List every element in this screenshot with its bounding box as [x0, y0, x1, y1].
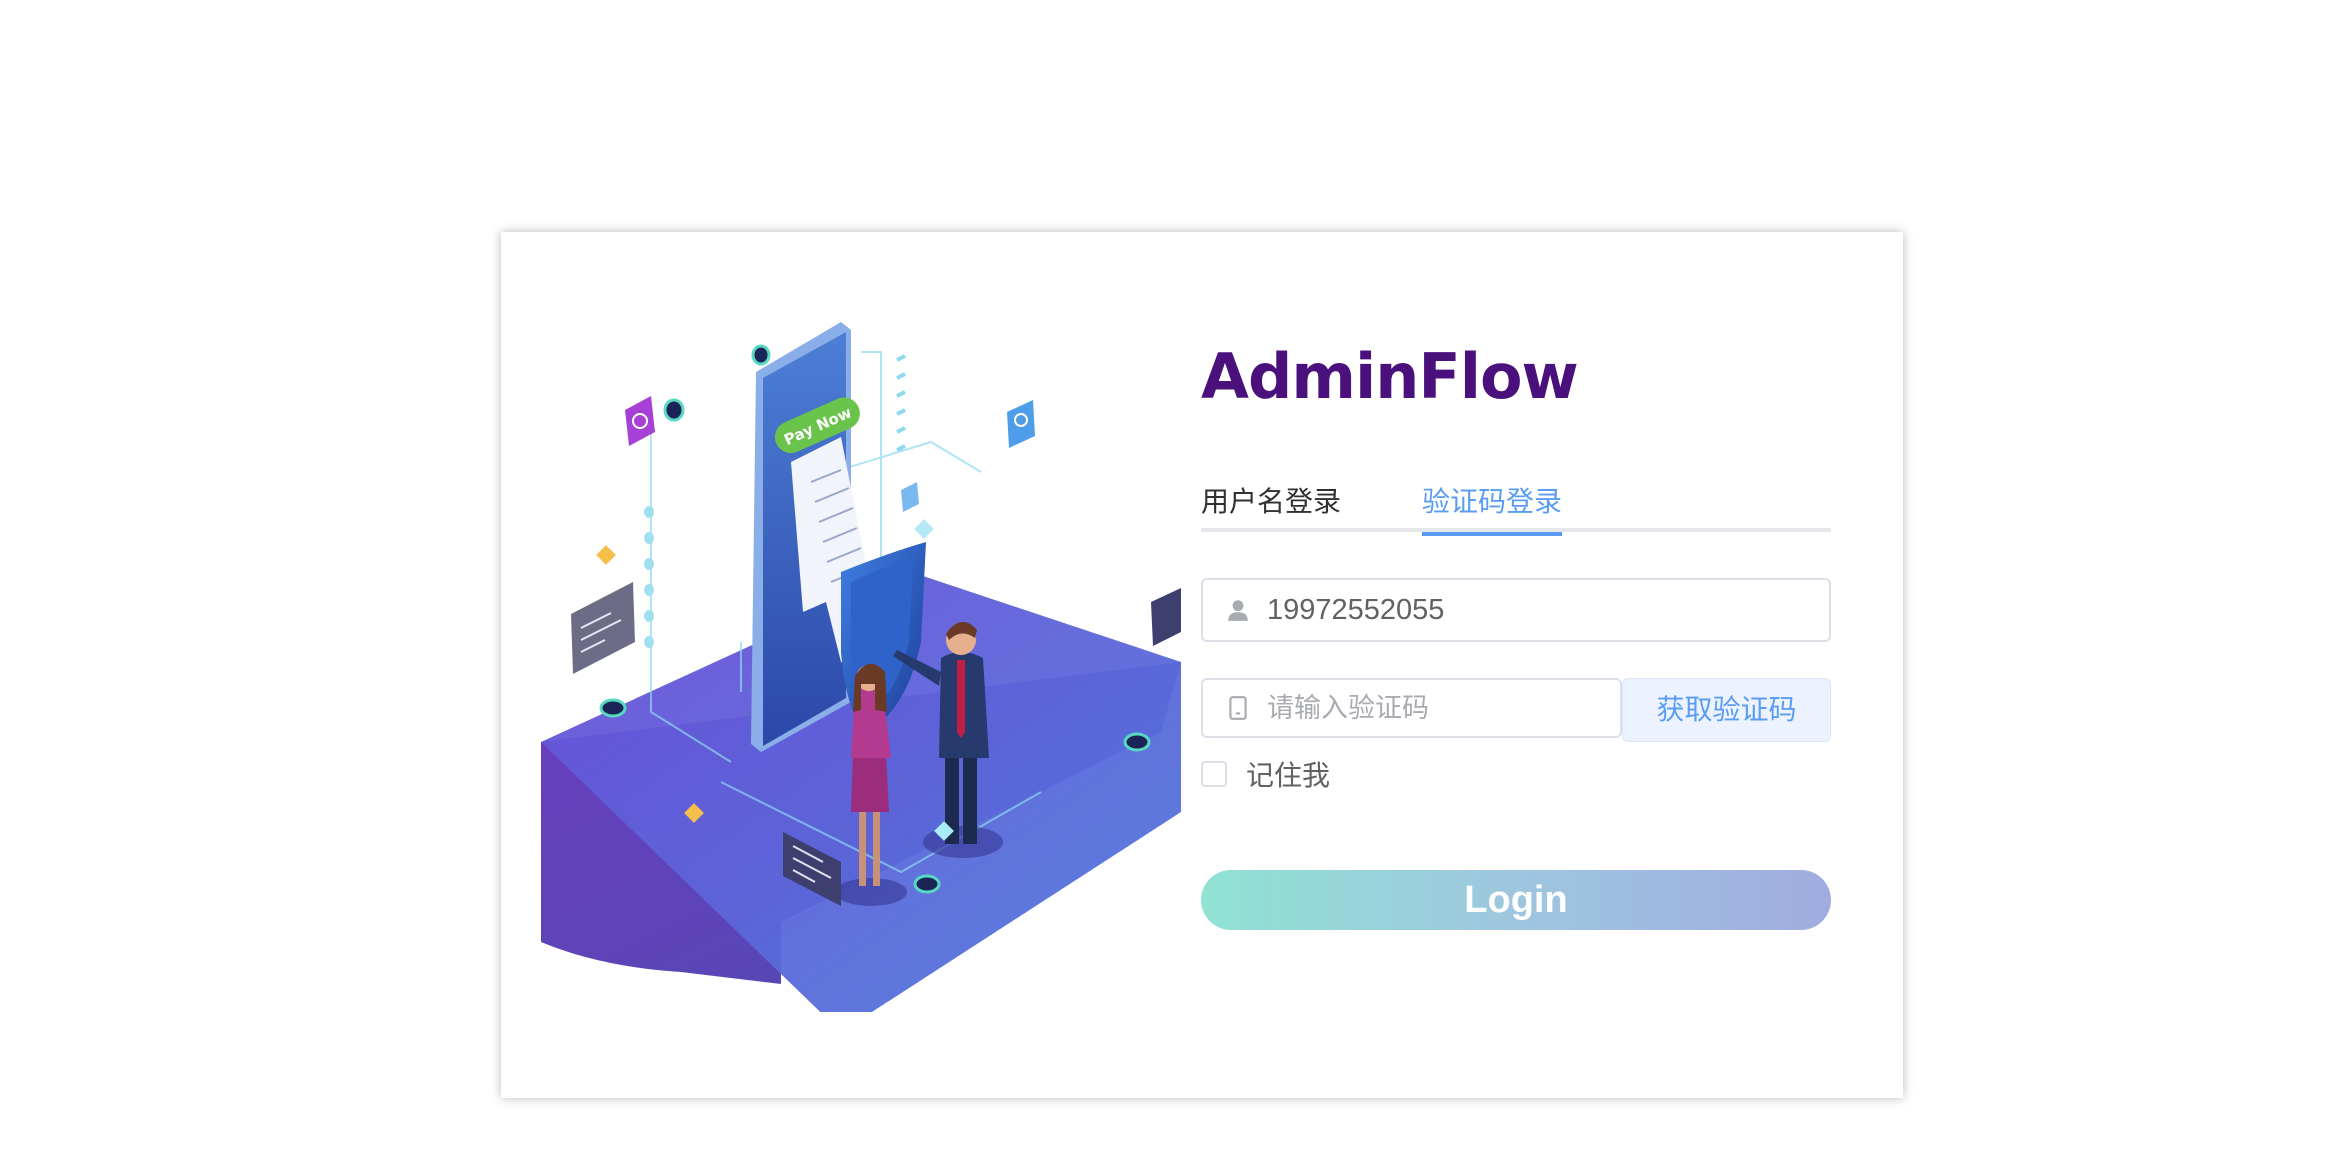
- login-tabs: 用户名登录 验证码登录: [1201, 482, 1831, 536]
- phone-field: [1201, 578, 1831, 642]
- code-field: [1201, 678, 1622, 738]
- phone-input[interactable]: [1267, 580, 1819, 640]
- code-input[interactable]: [1267, 680, 1610, 736]
- remember-me[interactable]: 记住我: [1201, 754, 1330, 794]
- get-code-button[interactable]: 获取验证码: [1622, 678, 1831, 742]
- login-form: AdminFlow 用户名登录 验证码登录 获取验证码 记住我 Login: [1201, 232, 1831, 1098]
- payment-security-illustration: Pay Now: [541, 322, 1181, 1012]
- login-card: Pay Now AdminFlow 用户名登录 验证码登录 1997255205…: [501, 232, 1903, 1098]
- remember-checkbox[interactable]: [1201, 761, 1227, 787]
- phone-icon: [1229, 696, 1247, 720]
- brand-title: AdminFlow: [1201, 340, 1579, 413]
- user-icon: [1228, 600, 1248, 621]
- login-button[interactable]: Login: [1201, 870, 1831, 930]
- tab-sms-code-login[interactable]: 验证码登录: [1422, 482, 1563, 536]
- remember-label: 记住我: [1246, 759, 1331, 792]
- tab-username-login[interactable]: 用户名登录: [1201, 482, 1341, 532]
